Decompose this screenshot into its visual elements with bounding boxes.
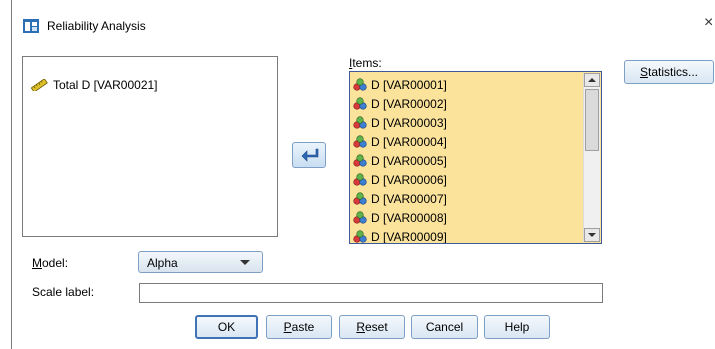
nominal-variable-icon: [353, 97, 367, 110]
help-button[interactable]: Help: [484, 315, 550, 339]
list-item-label: Total D [VAR00021]: [53, 77, 158, 92]
nominal-variable-icon: [353, 116, 367, 129]
list-item-label: D [VAR00002]: [371, 96, 447, 111]
move-to-items-button[interactable]: [292, 142, 326, 168]
nominal-variable-icon: [353, 135, 367, 148]
cancel-button[interactable]: Cancel: [411, 315, 478, 339]
items-scrollbar[interactable]: [583, 73, 600, 242]
scroll-thumb[interactable]: [585, 89, 599, 151]
list-item[interactable]: D [VAR00004]: [353, 132, 581, 151]
statistics-button[interactable]: Statistics...: [624, 60, 714, 84]
model-label: Model:: [32, 256, 69, 270]
list-item[interactable]: D [VAR00008]: [353, 208, 581, 227]
items-label: Items:: [349, 56, 382, 70]
model-dropdown[interactable]: Alpha: [138, 251, 263, 273]
list-item[interactable]: D [VAR00003]: [353, 113, 581, 132]
move-arrow-icon: [301, 148, 319, 162]
scroll-down-button[interactable]: [584, 228, 600, 242]
reset-button[interactable]: Reset: [339, 315, 405, 339]
list-item-label: D [VAR00001]: [371, 77, 447, 92]
title-bar: Reliability Analysis ×: [12, 0, 715, 44]
list-item[interactable]: D [VAR00005]: [353, 151, 581, 170]
nominal-variable-icon: [353, 78, 367, 91]
list-item[interactable]: D [VAR00007]: [353, 189, 581, 208]
scale-label-input[interactable]: [139, 283, 603, 303]
scroll-up-button[interactable]: [584, 73, 600, 87]
nominal-variable-icon: [353, 154, 367, 167]
source-variable-list[interactable]: Total D [VAR00021]: [22, 56, 278, 237]
list-item[interactable]: Total D [VAR00021]: [30, 76, 158, 93]
ruler-scale-icon: [30, 78, 48, 91]
list-item[interactable]: D [VAR00002]: [353, 94, 581, 113]
nominal-variable-icon: [353, 192, 367, 205]
list-item[interactable]: D [VAR00001]: [353, 75, 581, 94]
list-item-label: D [VAR00004]: [371, 134, 447, 149]
items-variable-list[interactable]: D [VAR00001] D [VAR00002] D [VAR00003] D…: [349, 71, 602, 244]
reliability-analysis-dialog: Reliability Analysis × Total D [VAR00021…: [11, 0, 715, 349]
nominal-variable-icon: [353, 230, 367, 243]
list-item-label: D [VAR00006]: [371, 172, 447, 187]
ok-button[interactable]: OK: [195, 315, 258, 339]
triangle-up-icon: [588, 78, 596, 82]
list-item[interactable]: D [VAR00009]: [353, 227, 581, 244]
nominal-variable-icon: [353, 211, 367, 224]
items-list-content: D [VAR00001] D [VAR00002] D [VAR00003] D…: [353, 75, 581, 244]
list-item-label: D [VAR00009]: [371, 229, 447, 244]
nominal-variable-icon: [353, 173, 367, 186]
list-item-label: D [VAR00007]: [371, 191, 447, 206]
list-item-label: D [VAR00003]: [371, 115, 447, 130]
paste-button[interactable]: Paste: [266, 315, 332, 339]
close-icon[interactable]: ×: [704, 14, 715, 32]
chevron-down-icon: [240, 260, 250, 265]
scale-label-label: Scale label:: [32, 285, 95, 299]
triangle-down-icon: [588, 233, 596, 237]
window-title: Reliability Analysis: [47, 19, 146, 33]
list-item-label: D [VAR00008]: [371, 210, 447, 225]
model-selected-value: Alpha: [147, 256, 178, 270]
spss-app-icon: [23, 19, 39, 33]
list-item[interactable]: D [VAR00006]: [353, 170, 581, 189]
list-item-label: D [VAR00005]: [371, 153, 447, 168]
